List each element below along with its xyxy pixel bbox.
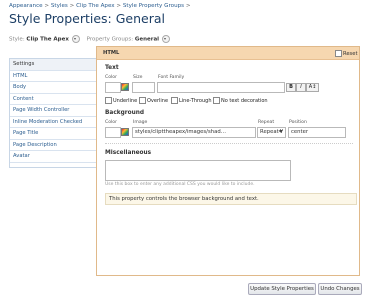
text-section-heading: Text [105, 65, 119, 71]
font-family-label: Font Family [158, 75, 185, 80]
filter-bar: Style: Clip The Apex Property Groups: Ge… [9, 35, 170, 43]
property-description-text: This property controls the browser backg… [109, 196, 259, 202]
breadcrumb-separator: > [185, 3, 191, 9]
underline-option[interactable]: Underline [105, 97, 137, 104]
sidebar-item-html[interactable]: HTML [10, 70, 97, 82]
panel-title: HTML [103, 50, 120, 56]
text-color-label: Color [105, 75, 117, 80]
reset-checkbox[interactable] [335, 50, 342, 57]
bg-image-input[interactable]: styles/clipttheapex/images/shad… [132, 127, 256, 138]
property-panel: HTML Reset Text Color Size Font Family B… [96, 46, 360, 276]
undo-changes-button[interactable]: Undo Changes [318, 283, 362, 295]
bg-color-picker-icon[interactable] [121, 128, 129, 136]
breadcrumb-style[interactable]: Clip The Apex [76, 3, 115, 9]
overline-label: Overline [147, 98, 169, 104]
sidebar-item-content[interactable]: Content [10, 93, 97, 105]
color-picker-icon[interactable] [121, 83, 129, 91]
italic-button[interactable]: I [296, 83, 306, 92]
reset-label: Reset [343, 51, 358, 57]
breadcrumb-separator: > [44, 3, 50, 9]
bg-repeat-label: Repeat [258, 120, 275, 125]
breadcrumb-separator: > [69, 3, 75, 9]
overline-checkbox[interactable] [139, 97, 146, 104]
bg-color-swatch[interactable] [105, 127, 121, 138]
underline-checkbox[interactable] [105, 97, 112, 104]
section-divider [105, 143, 353, 144]
property-group-value[interactable]: General [135, 37, 159, 43]
style-value[interactable]: Clip The Apex [26, 37, 68, 43]
sidebar-item-page-description[interactable]: Page Description [10, 139, 97, 151]
misc-section-heading: Miscellaneous [105, 150, 152, 156]
text-color-swatch[interactable] [105, 82, 121, 93]
style-label: Style: [9, 36, 25, 43]
font-family-input[interactable] [157, 82, 285, 93]
text-size-adjust-button[interactable]: A↕ [306, 83, 319, 92]
property-description: This property controls the browser backg… [105, 193, 357, 205]
linethrough-label: Line-Through [179, 98, 212, 104]
bg-image-label: Image [133, 120, 148, 125]
no-decoration-label: No text decoration [221, 98, 268, 104]
page-title: Style Properties: General [9, 11, 165, 26]
property-group-dropdown-icon[interactable] [161, 35, 170, 43]
breadcrumb-appearance[interactable]: Appearance [9, 3, 43, 9]
property-group-label: Property Groups: [86, 36, 134, 43]
sidebar-header: Settings [10, 59, 97, 71]
sidebar-item-inline-moderation-checked[interactable]: Inline Moderation Checked [10, 116, 97, 128]
background-section-heading: Background [105, 110, 145, 116]
misc-hint: Use this box to enter any additional CSS… [105, 182, 255, 187]
sidebar-item-page-title[interactable]: Page Title [10, 128, 97, 140]
misc-css-textarea[interactable] [105, 160, 291, 181]
underline-label: Underline [113, 98, 138, 104]
no-decoration-option[interactable]: No text decoration [213, 97, 268, 104]
sidebar-item-avatar[interactable]: Avatar [10, 151, 97, 163]
breadcrumb-styles[interactable]: Styles [51, 3, 68, 9]
sidebar-item-body[interactable]: Body [10, 82, 97, 94]
sidebar-item-page-width-controller[interactable]: Page Width Controller [10, 105, 97, 117]
bg-position-label: Position [289, 120, 307, 125]
settings-sidebar: Settings HTML Body Content Page Width Co… [9, 58, 97, 168]
text-size-label: Size [133, 75, 143, 80]
linethrough-checkbox[interactable] [171, 97, 178, 104]
style-dropdown-icon[interactable] [71, 35, 80, 43]
bg-color-label: Color [105, 120, 117, 125]
reset-control[interactable]: Reset [335, 50, 358, 57]
overline-option[interactable]: Overline [139, 97, 168, 104]
panel-header [97, 47, 359, 60]
update-style-properties-button[interactable]: Update Style Properties [248, 283, 316, 295]
repeat-chevron-down-icon[interactable] [279, 130, 283, 133]
linethrough-option[interactable]: Line-Through [171, 97, 212, 104]
bold-button[interactable]: B [286, 83, 296, 92]
no-decoration-checkbox[interactable] [213, 97, 220, 104]
bg-position-input[interactable]: center [288, 127, 346, 138]
breadcrumb-separator: > [116, 3, 122, 9]
breadcrumb-property-groups[interactable]: Style Property Groups [123, 3, 184, 9]
breadcrumb: Appearance > Styles > Clip The Apex > St… [9, 3, 191, 9]
text-size-input[interactable] [132, 82, 155, 93]
